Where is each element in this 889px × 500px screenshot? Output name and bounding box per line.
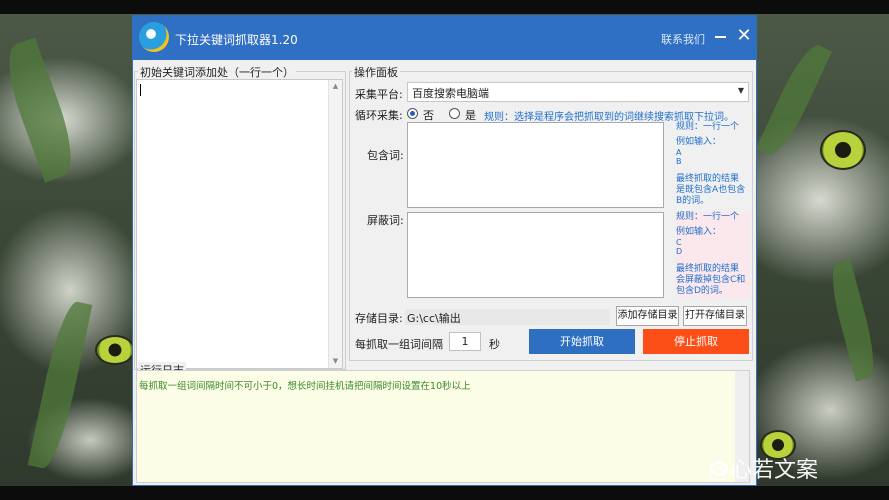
help-line: C bbox=[676, 238, 682, 247]
exclude-words-textarea[interactable] bbox=[407, 212, 664, 298]
help-line: B的词。 bbox=[676, 196, 710, 206]
log-line: 每抓取一组词间隔时间不可小于0，想长时间挂机请把间隔时间设置在10秒以上 bbox=[139, 381, 471, 392]
scroll-down-icon[interactable]: ▼ bbox=[329, 355, 342, 368]
loop-yes-label[interactable]: 是 bbox=[465, 107, 476, 123]
watermark-text: @心若文案 bbox=[708, 458, 819, 483]
platform-select[interactable]: 百度搜索电脑端 ▼ bbox=[407, 82, 749, 102]
help-line: 例如输入： bbox=[676, 227, 722, 237]
interval-label: 每抓取一组词间隔 bbox=[355, 338, 443, 351]
include-help-text: 规则：一行一个 例如输入： A B 最终抓取的结果 是既包含A也包含 B的词。 bbox=[676, 122, 750, 208]
text-caret bbox=[140, 84, 141, 96]
app-logo-icon bbox=[139, 22, 169, 52]
help-line: D bbox=[676, 247, 683, 256]
letterbox-top bbox=[0, 0, 889, 14]
close-icon[interactable]: ✕ bbox=[735, 25, 753, 47]
save-dir-label: 存储目录: bbox=[355, 312, 403, 325]
platform-select-value: 百度搜索电脑端 bbox=[412, 87, 489, 100]
help-line: 最终抓取的结果 bbox=[676, 174, 740, 184]
help-line: 最终抓取的结果 bbox=[676, 264, 740, 274]
interval-unit: 秒 bbox=[489, 338, 500, 351]
minimize-icon[interactable] bbox=[713, 26, 729, 46]
help-line: 规则：一行一个 bbox=[676, 122, 740, 132]
keywords-scrollbar[interactable]: ▲ ▼ bbox=[328, 80, 342, 368]
platform-label: 采集平台: bbox=[355, 88, 403, 101]
run-log-area[interactable]: 每抓取一组词间隔时间不可小于0，想长时间挂机请把间隔时间设置在10秒以上 bbox=[136, 370, 750, 483]
exclude-help-text: 规则：一行一个 例如输入： C D 最终抓取的结果 会屏蔽掉包含C和 包含D的词… bbox=[676, 212, 750, 298]
letterbox-bottom bbox=[0, 486, 889, 500]
loop-yes-radio[interactable] bbox=[449, 108, 460, 119]
contact-us-link[interactable]: 联系我们 bbox=[661, 31, 705, 47]
loop-no-radio[interactable] bbox=[407, 108, 418, 119]
loop-rule-text: 规则：选择是程序会把抓取到的词继续搜索抓取下拉词。 bbox=[484, 112, 734, 123]
include-words-textarea[interactable] bbox=[407, 122, 664, 208]
help-line: 是既包含A也包含 bbox=[676, 185, 746, 195]
help-line: 会屏蔽掉包含C和 bbox=[676, 275, 746, 285]
wallpaper-cat-eye bbox=[820, 130, 866, 170]
app-window: 下拉关键词抓取器1.20 联系我们 ✕ 初始关键词添加处（一行一个） ▲ ▼ 操… bbox=[132, 15, 757, 486]
save-dir-field: G:\cc\输出 bbox=[405, 309, 610, 325]
add-save-dir-button[interactable]: 添加存储目录 bbox=[616, 306, 679, 326]
scroll-up-icon[interactable]: ▲ bbox=[329, 80, 342, 93]
loop-no-label[interactable]: 否 bbox=[423, 107, 434, 123]
keywords-group-label: 初始关键词添加处（一行一个） bbox=[138, 64, 296, 80]
help-line: 包含D的词。 bbox=[676, 286, 728, 296]
open-save-dir-button[interactable]: 打开存储目录 bbox=[683, 306, 747, 326]
stop-button[interactable]: 停止抓取 bbox=[643, 329, 749, 354]
chevron-down-icon: ▼ bbox=[737, 86, 744, 95]
title-bar[interactable]: 下拉关键词抓取器1.20 联系我们 ✕ bbox=[133, 16, 756, 60]
exclude-label: 屏蔽词: bbox=[367, 214, 404, 227]
start-button[interactable]: 开始抓取 bbox=[529, 329, 635, 354]
initial-keywords-textarea[interactable]: ▲ ▼ bbox=[136, 79, 343, 369]
help-line: B bbox=[676, 157, 682, 166]
include-label: 包含词: bbox=[367, 149, 404, 162]
ops-group-label: 操作面板 bbox=[352, 64, 400, 80]
interval-input[interactable]: 1 bbox=[449, 332, 481, 351]
help-line: 例如输入： bbox=[676, 137, 722, 147]
help-line: 规则：一行一个 bbox=[676, 212, 740, 222]
loop-label: 循环采集: bbox=[355, 109, 403, 122]
help-line: A bbox=[676, 148, 682, 157]
window-title: 下拉关键词抓取器1.20 bbox=[175, 33, 298, 47]
wallpaper-cat-eye bbox=[95, 335, 135, 365]
